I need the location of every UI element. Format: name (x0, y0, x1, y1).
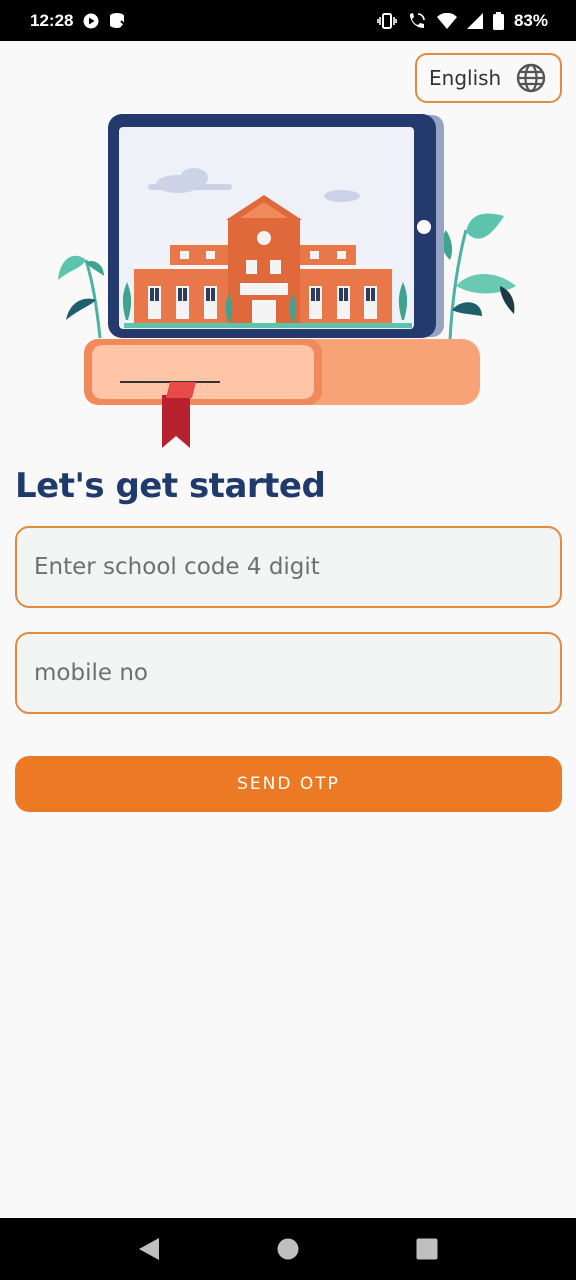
school-code-field[interactable] (15, 526, 562, 608)
signal-icon (466, 12, 483, 29)
mobile-field[interactable] (15, 632, 562, 714)
wifi-icon (436, 12, 457, 29)
status-bar: 12:28 83% (0, 0, 576, 41)
wifi-call-icon (407, 12, 427, 30)
battery-icon (492, 11, 504, 30)
book (84, 339, 480, 448)
status-left: 12:28 (30, 10, 130, 31)
data-saver-icon (109, 12, 130, 30)
right-plant (441, 213, 516, 341)
status-right: 83% (377, 11, 548, 31)
battery-percentage: 83% (513, 10, 548, 30)
page-title: Let's get started (15, 466, 326, 506)
school-illustration (58, 114, 516, 448)
tablet (108, 114, 444, 338)
play-icon (83, 13, 99, 29)
school-code-input[interactable] (34, 554, 543, 580)
home-icon[interactable] (268, 1229, 308, 1269)
language-label: English (429, 66, 502, 90)
globe-icon (516, 63, 546, 93)
vibrate-icon (377, 12, 397, 29)
recents-icon[interactable] (407, 1229, 447, 1269)
language-selector[interactable]: English (415, 53, 562, 103)
navigation-bar (0, 1218, 576, 1280)
send-otp-button[interactable]: SEND OTP (15, 756, 562, 812)
back-icon[interactable] (129, 1229, 169, 1269)
mobile-input[interactable] (34, 660, 543, 686)
status-time: 12:28 (30, 10, 74, 30)
left-plant (58, 255, 104, 339)
